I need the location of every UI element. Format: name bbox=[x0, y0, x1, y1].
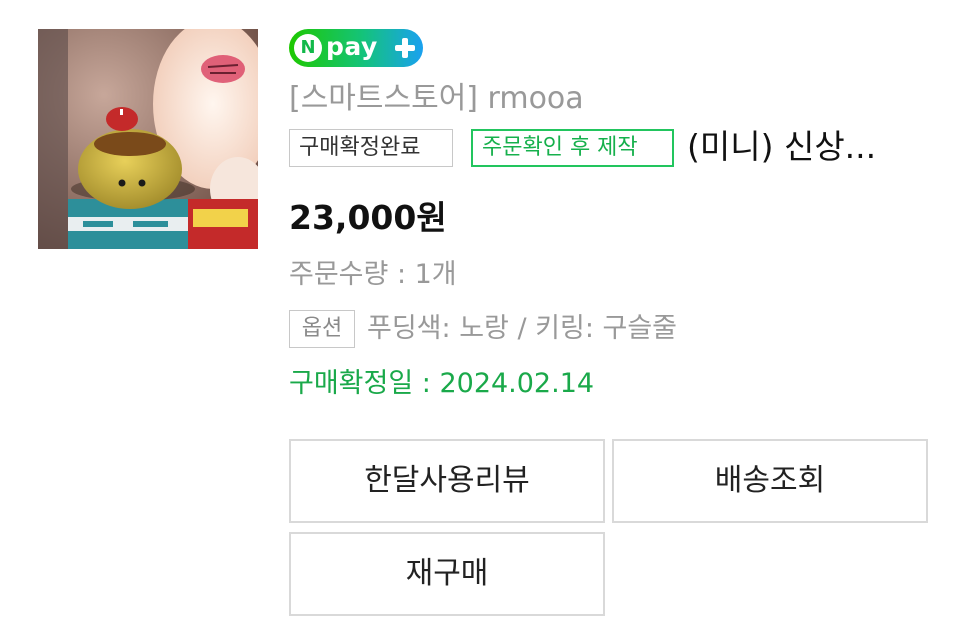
purchase-confirm-date: 구매확정일 : 2024.02.14 bbox=[289, 368, 595, 399]
npay-n-icon: N bbox=[294, 34, 322, 62]
product-price: 23,000원 bbox=[289, 198, 447, 237]
product-name[interactable]: (미니) 신상... bbox=[687, 125, 876, 169]
store-name[interactable]: [스마트스토어] rmooa bbox=[289, 79, 584, 119]
made-to-order-tag: 주문확인 후 제작 bbox=[471, 129, 674, 167]
option-tag: 옵션 bbox=[289, 310, 355, 348]
product-thumbnail[interactable] bbox=[38, 29, 258, 249]
plus-icon bbox=[393, 36, 417, 60]
track-delivery-button[interactable]: 배송조회 bbox=[612, 439, 928, 523]
npay-plus-badge: N pay bbox=[289, 29, 423, 67]
option-value: 푸딩색: 노랑 / 키링: 구슬줄 bbox=[367, 313, 678, 344]
order-quantity: 주문수량 : 1개 bbox=[289, 259, 457, 290]
purchase-confirmed-tag: 구매확정완료 bbox=[289, 129, 453, 167]
product-photo bbox=[38, 29, 258, 249]
npay-wordmark: pay bbox=[326, 32, 378, 61]
monthly-review-button[interactable]: 한달사용리뷰 bbox=[289, 439, 605, 523]
rebuy-button[interactable]: 재구매 bbox=[289, 532, 605, 616]
